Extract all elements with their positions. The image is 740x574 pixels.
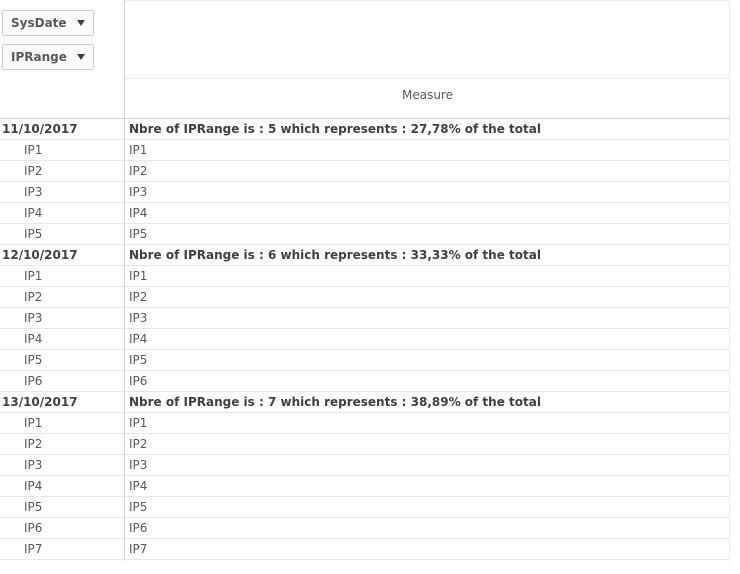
measure-cell: IP3: [129, 458, 148, 472]
table-row[interactable]: IP4 IP4: [0, 476, 730, 497]
table-row[interactable]: IP5 IP5: [0, 224, 730, 245]
iprange-cell[interactable]: IP4: [0, 203, 124, 223]
measure-cell: IP2: [129, 164, 148, 178]
measure-column-header[interactable]: Measure: [125, 88, 730, 102]
table-row[interactable]: IP6 IP6: [0, 371, 730, 392]
table-row[interactable]: IP3 IP3: [0, 308, 730, 329]
table-row[interactable]: IP2 IP2: [0, 161, 730, 182]
group-summary-cell: Nbre of IPRange is : 5 which represents …: [129, 122, 541, 136]
header-divider: [125, 78, 730, 79]
table-top-border: [124, 0, 730, 1]
measure-cell: IP4: [129, 332, 148, 346]
sysdate-dimension-label: SysDate: [11, 16, 67, 30]
iprange-cell[interactable]: IP1: [0, 140, 124, 160]
table-row[interactable]: IP4 IP4: [0, 203, 730, 224]
table-row[interactable]: IP5 IP5: [0, 497, 730, 518]
iprange-cell[interactable]: IP4: [0, 476, 124, 496]
table-row[interactable]: IP6 IP6: [0, 518, 730, 539]
group-row[interactable]: 13/10/2017 Nbre of IPRange is : 7 which r…: [0, 392, 730, 413]
measure-cell: IP1: [129, 269, 148, 283]
table-row[interactable]: IP1 IP1: [0, 140, 730, 161]
measure-cell: IP6: [129, 521, 148, 535]
table-row[interactable]: IP2 IP2: [0, 287, 730, 308]
iprange-cell[interactable]: IP1: [0, 413, 124, 433]
table-row[interactable]: IP1 IP1: [0, 266, 730, 287]
measure-cell: IP5: [129, 227, 148, 241]
measure-cell: IP1: [129, 143, 148, 157]
measure-cell: IP7: [129, 542, 148, 556]
iprange-cell[interactable]: IP1: [0, 266, 124, 286]
table-row[interactable]: IP5 IP5: [0, 350, 730, 371]
iprange-cell[interactable]: IP2: [0, 161, 124, 181]
table-row[interactable]: IP7 IP7: [0, 539, 730, 560]
table-row[interactable]: IP1 IP1: [0, 413, 730, 434]
iprange-cell[interactable]: IP5: [0, 497, 124, 517]
measure-cell: IP4: [129, 479, 148, 493]
group-row[interactable]: 12/10/2017 Nbre of IPRange is : 6 which r…: [0, 245, 730, 266]
table-row[interactable]: IP3 IP3: [0, 455, 730, 476]
measure-cell: IP5: [129, 500, 148, 514]
iprange-dimension-label: IPRange: [11, 50, 67, 64]
iprange-cell[interactable]: IP5: [0, 350, 124, 370]
iprange-cell[interactable]: IP6: [0, 518, 124, 538]
measure-cell: IP6: [129, 374, 148, 388]
group-summary-cell: Nbre of IPRange is : 6 which represents …: [129, 248, 541, 262]
iprange-cell[interactable]: IP5: [0, 224, 124, 244]
sysdate-dimension-button[interactable]: SysDate: [2, 10, 94, 36]
measure-cell: IP2: [129, 290, 148, 304]
iprange-dimension-button[interactable]: IPRange: [2, 44, 94, 70]
iprange-cell[interactable]: IP7: [0, 539, 124, 559]
group-summary-cell: Nbre of IPRange is : 7 which represents …: [129, 395, 541, 409]
table-body: 11/10/2017 Nbre of IPRange is : 5 which r…: [0, 119, 730, 560]
group-date-cell[interactable]: 13/10/2017: [0, 392, 124, 412]
iprange-cell[interactable]: IP3: [0, 308, 124, 328]
measure-cell: IP5: [129, 353, 148, 367]
group-date-cell[interactable]: 12/10/2017: [0, 245, 124, 265]
iprange-cell[interactable]: IP2: [0, 287, 124, 307]
iprange-cell[interactable]: IP4: [0, 329, 124, 349]
caret-down-icon: [76, 20, 85, 26]
measure-cell: IP2: [129, 437, 148, 451]
iprange-cell[interactable]: IP2: [0, 434, 124, 454]
group-date-cell[interactable]: 11/10/2017: [0, 119, 124, 139]
measure-cell: IP4: [129, 206, 148, 220]
iprange-cell[interactable]: IP3: [0, 455, 124, 475]
caret-down-icon: [76, 54, 85, 60]
pivot-table: SysDate IPRange Measure 11/10/2017 Nbre o…: [0, 0, 730, 561]
measure-cell: IP3: [129, 185, 148, 199]
iprange-cell[interactable]: IP3: [0, 182, 124, 202]
table-row[interactable]: IP4 IP4: [0, 329, 730, 350]
measure-cell: IP3: [129, 311, 148, 325]
group-row[interactable]: 11/10/2017 Nbre of IPRange is : 5 which r…: [0, 119, 730, 140]
iprange-cell[interactable]: IP6: [0, 371, 124, 391]
measure-cell: IP1: [129, 416, 148, 430]
table-row[interactable]: IP3 IP3: [0, 182, 730, 203]
table-row[interactable]: IP2 IP2: [0, 434, 730, 455]
